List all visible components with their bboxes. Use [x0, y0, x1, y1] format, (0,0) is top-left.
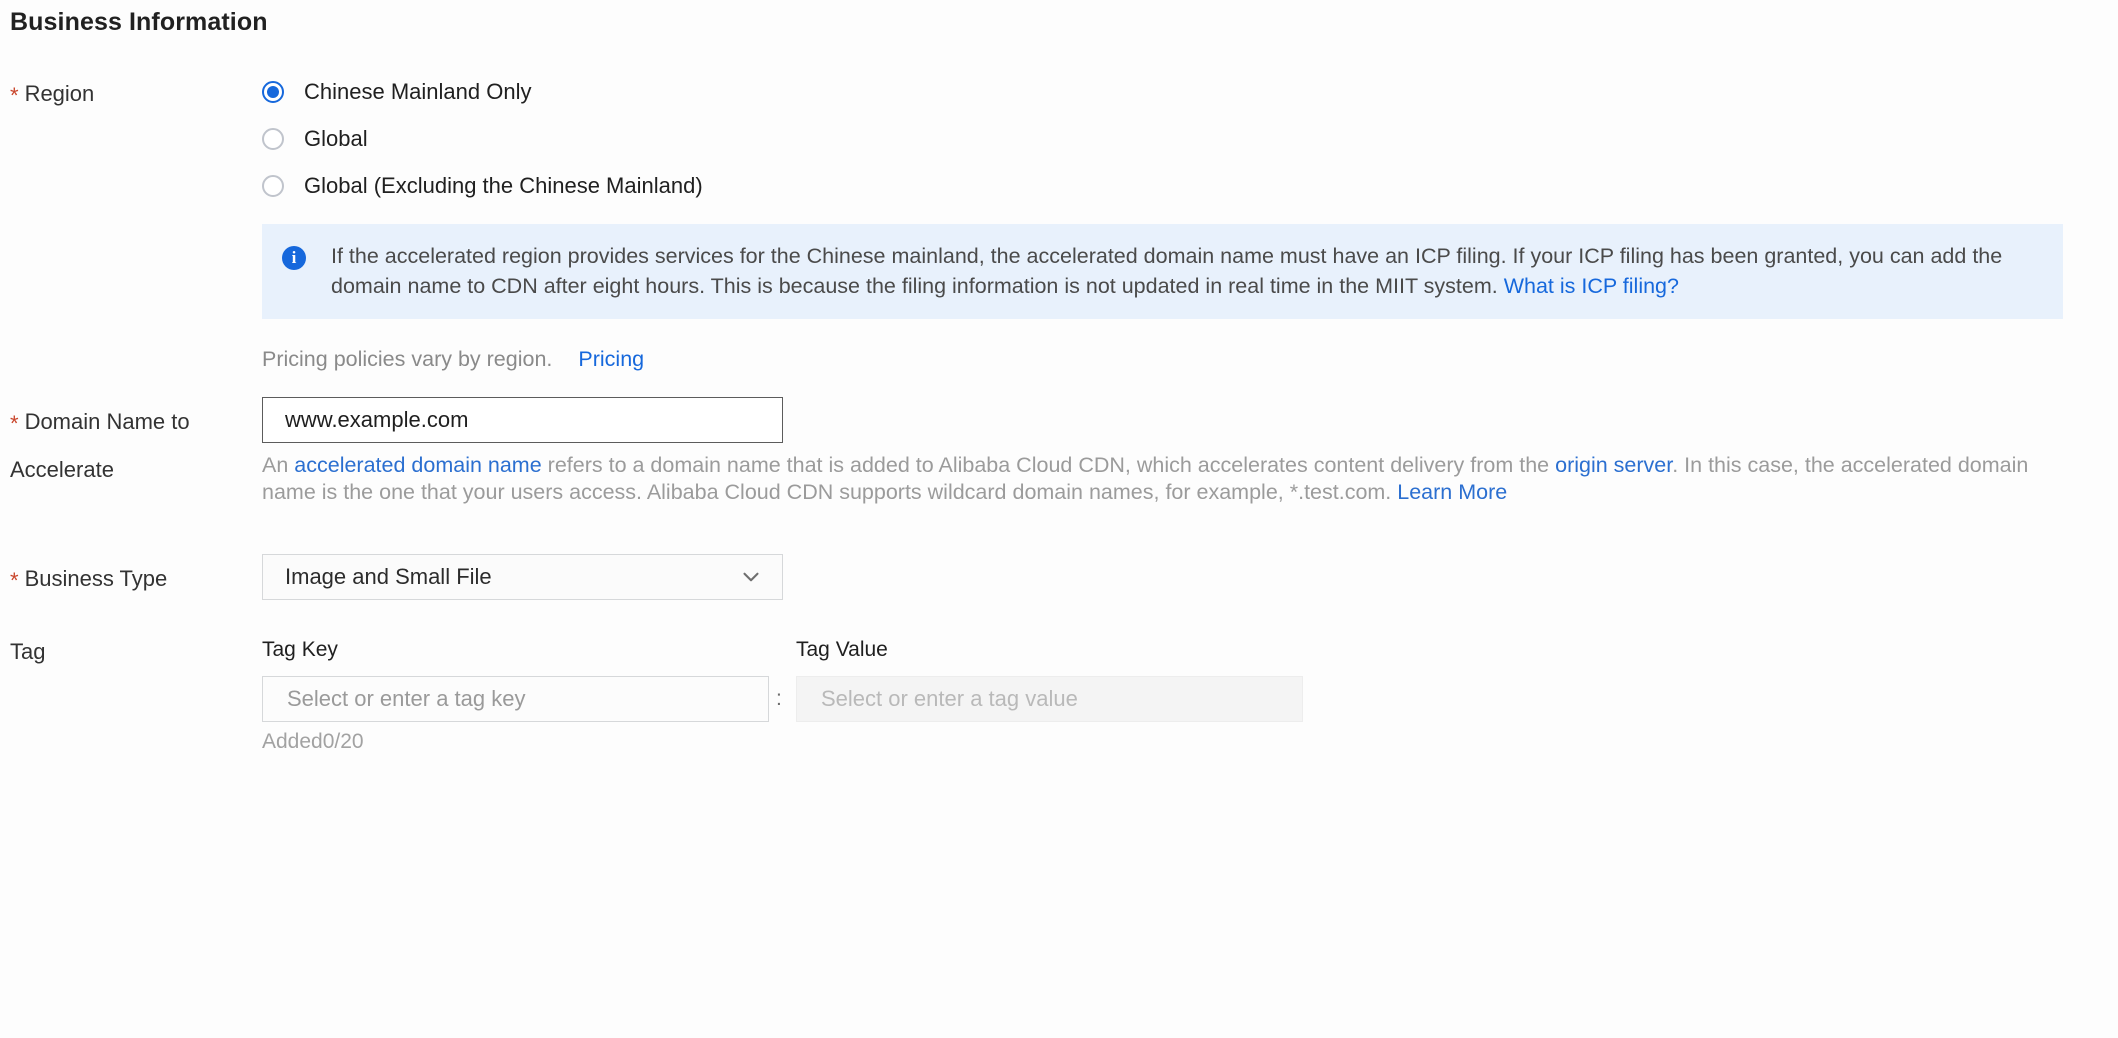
- business-type-label-text: Business Type: [25, 566, 168, 591]
- tag-added-count: Added0/20: [262, 730, 364, 754]
- radio-icon-unchecked[interactable]: [262, 175, 284, 197]
- tag-key-header: Tag Key: [262, 638, 338, 662]
- accelerated-domain-name-link[interactable]: accelerated domain name: [294, 453, 541, 477]
- required-asterisk: *: [10, 411, 19, 436]
- radio-icon-checked[interactable]: [262, 81, 284, 103]
- radio-label-global-excluding-chinese-mainland: Global (Excluding the Chinese Mainland): [304, 173, 703, 199]
- radio-label-chinese-mainland-only: Chinese Mainland Only: [304, 79, 531, 105]
- domain-name-input[interactable]: [262, 397, 783, 443]
- tag-value-header: Tag Value: [796, 638, 888, 662]
- helper-part-2: refers to a domain name that is added to…: [542, 453, 1555, 477]
- icp-filing-info-text: If the accelerated region provides servi…: [331, 241, 2043, 301]
- origin-server-link[interactable]: origin server: [1555, 453, 1672, 477]
- pricing-note-text: Pricing policies vary by region.: [262, 347, 552, 372]
- radio-option-chinese-mainland-only[interactable]: Chinese Mainland Only: [262, 75, 962, 109]
- business-type-select[interactable]: Image and Small File: [262, 554, 783, 600]
- tag-value-input[interactable]: [796, 676, 1303, 722]
- domain-name-label-line1: Domain Name to: [25, 409, 190, 434]
- domain-name-label-line2: Accelerate: [10, 454, 114, 485]
- required-asterisk: *: [10, 83, 19, 108]
- business-type-label: *Business Type: [10, 563, 250, 594]
- region-label: *Region: [10, 78, 250, 109]
- icp-filing-info-banner: i If the accelerated region provides ser…: [262, 224, 2063, 319]
- domain-name-helper-text: An accelerated domain name refers to a d…: [262, 452, 2052, 505]
- icp-filing-info-body: If the accelerated region provides servi…: [331, 244, 2002, 298]
- radio-label-global: Global: [304, 126, 368, 152]
- region-label-text: Region: [25, 81, 95, 106]
- business-type-selected-value: Image and Small File: [285, 564, 492, 590]
- info-circle-icon: i: [282, 246, 306, 270]
- domain-name-label: *Domain Name to: [10, 406, 250, 437]
- business-information-form: Business Information *Region Chinese Mai…: [0, 0, 2118, 1038]
- chevron-down-icon[interactable]: [740, 566, 762, 588]
- required-asterisk: *: [10, 568, 19, 593]
- radio-option-global[interactable]: Global: [262, 122, 962, 156]
- radio-option-global-excluding-chinese-mainland[interactable]: Global (Excluding the Chinese Mainland): [262, 169, 962, 203]
- tag-key-input[interactable]: [262, 676, 769, 722]
- tag-separator: :: [776, 676, 782, 722]
- pricing-link[interactable]: Pricing: [578, 347, 644, 372]
- pricing-note-row: Pricing policies vary by region. Pricing: [262, 347, 644, 372]
- helper-part-1: An: [262, 453, 294, 477]
- tag-label: Tag: [10, 636, 250, 667]
- what-is-icp-filing-link[interactable]: What is ICP filing?: [1504, 274, 1679, 298]
- learn-more-link[interactable]: Learn More: [1397, 480, 1507, 504]
- radio-icon-unchecked[interactable]: [262, 128, 284, 150]
- page-title: Business Information: [10, 8, 268, 37]
